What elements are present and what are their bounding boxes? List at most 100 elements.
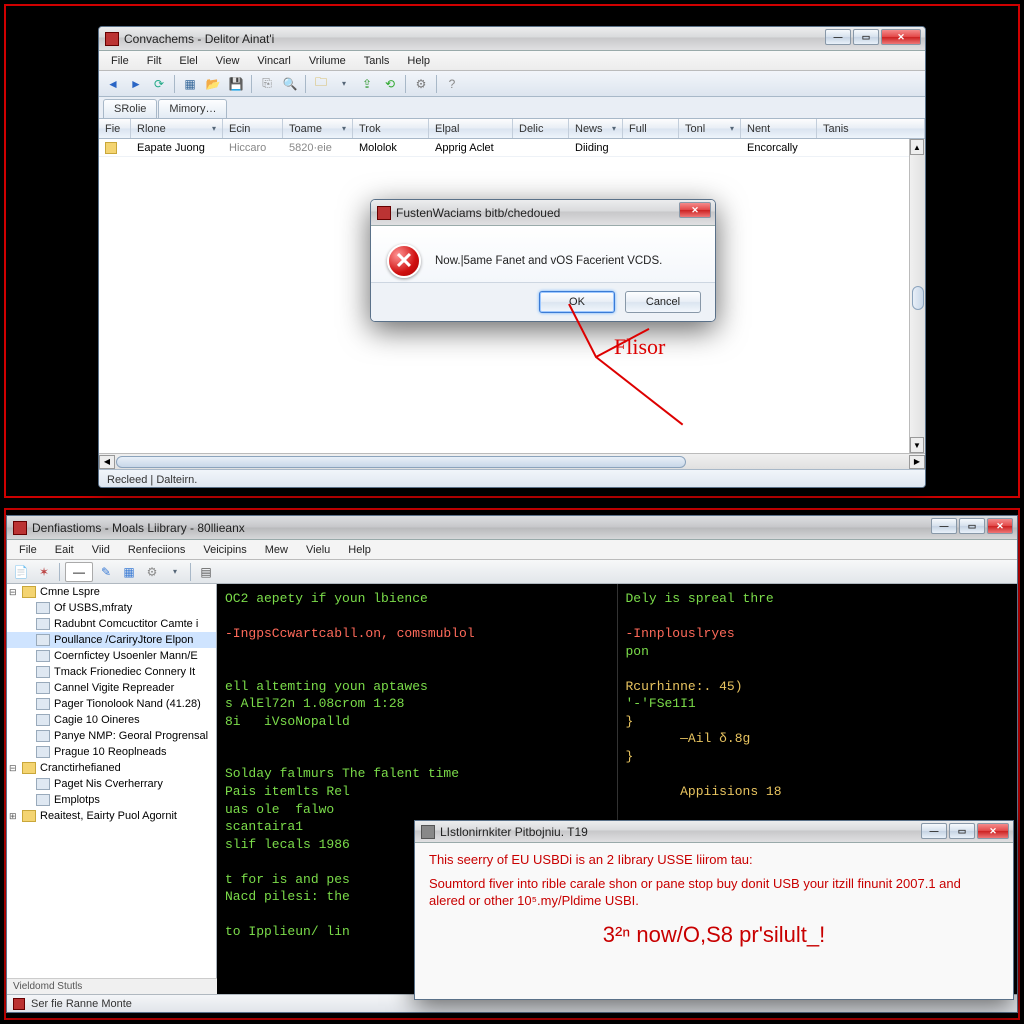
menu-item[interactable]: Mew: [257, 542, 296, 558]
horizontal-scrollbar[interactable]: ◀ ▶: [99, 453, 925, 469]
info-line: This seerry of EU USBDi is an 2 Iibrary …: [429, 851, 999, 869]
dialog-titlebar[interactable]: FustenWaciams bitb/chedoued ✕: [371, 200, 715, 226]
dialog-close-button[interactable]: ✕: [679, 202, 711, 218]
tree-node[interactable]: Prague 10 Reoplneads: [7, 744, 216, 760]
icon-button[interactable]: 📄: [11, 562, 31, 582]
tree-node[interactable]: ⊟Cranctirhefianed: [7, 760, 216, 776]
menu-item[interactable]: File: [103, 53, 137, 69]
col-header[interactable]: Delic: [513, 119, 569, 138]
col-header[interactable]: Fie: [99, 119, 131, 138]
menu-item[interactable]: Help: [399, 53, 438, 69]
menu-item[interactable]: Eait: [47, 542, 82, 558]
new-icon[interactable]: ▦: [180, 74, 200, 94]
close-button[interactable]: ✕: [977, 823, 1009, 839]
tree-node[interactable]: Paget Nis Cverherrary: [7, 776, 216, 792]
search-icon[interactable]: 🔍: [280, 74, 300, 94]
menu-item[interactable]: Tanls: [356, 53, 398, 69]
chevron-down-icon[interactable]: ▾: [165, 562, 185, 582]
tab[interactable]: SRolie: [103, 99, 157, 118]
titlebar[interactable]: Convachems - Delitor Ainat'i — ▭ ✕: [99, 27, 925, 51]
tree-node[interactable]: Tmack Frionediec Connery It: [7, 664, 216, 680]
menu-item[interactable]: File: [11, 542, 45, 558]
col-header[interactable]: News▾: [569, 119, 623, 138]
col-header[interactable]: Elpal: [429, 119, 513, 138]
tree-node[interactable]: Pager Tionolook Nand (41.28): [7, 696, 216, 712]
tree-node[interactable]: Radubnt Comcuctitor Camte i: [7, 616, 216, 632]
table-header: Fie Rlone▾ Ecin Toame▾ Trok Elpal Delic …: [99, 119, 925, 139]
col-header[interactable]: Ecin: [223, 119, 283, 138]
cell: Encorcally: [741, 139, 817, 156]
menu-item[interactable]: Vielu: [298, 542, 338, 558]
combo-icon[interactable]: —: [65, 562, 93, 582]
chevron-down-icon[interactable]: ▾: [334, 74, 354, 94]
icon-button[interactable]: ⚙: [142, 562, 162, 582]
menu-item[interactable]: Vincarl: [249, 53, 298, 69]
menubar: File Eait Viid Renfeciions Veicipins Mew…: [7, 540, 1017, 560]
copy-icon[interactable]: ⎘: [257, 74, 277, 94]
app-icon: [105, 32, 119, 46]
cell: [623, 139, 679, 156]
icon-button[interactable]: ✶: [34, 562, 54, 582]
maximize-button[interactable]: ▭: [959, 518, 985, 534]
col-header[interactable]: Trok: [353, 119, 429, 138]
export-icon[interactable]: ⇪: [357, 74, 377, 94]
menu-item[interactable]: View: [208, 53, 248, 69]
col-header[interactable]: Nent: [741, 119, 817, 138]
menu-item[interactable]: Vrilume: [301, 53, 354, 69]
menu-item[interactable]: Renfeciions: [120, 542, 193, 558]
open-icon[interactable]: 📂: [203, 74, 223, 94]
cell: [679, 139, 741, 156]
col-header[interactable]: Toame▾: [283, 119, 353, 138]
refresh-icon[interactable]: ⟳: [149, 74, 169, 94]
menu-item[interactable]: Filt: [139, 53, 170, 69]
maximize-button[interactable]: ▭: [949, 823, 975, 839]
maximize-button[interactable]: ▭: [853, 29, 879, 45]
tree-node[interactable]: Of USBS,mfraty: [7, 600, 216, 616]
vertical-scrollbar[interactable]: ▲ ▼: [909, 139, 925, 453]
minimize-button[interactable]: —: [931, 518, 957, 534]
cancel-button[interactable]: Cancel: [625, 291, 701, 313]
tree-node[interactable]: Cagie 10 Oineres: [7, 712, 216, 728]
back-icon[interactable]: ◄: [103, 74, 123, 94]
col-header[interactable]: Tonl▾: [679, 119, 741, 138]
tree-node[interactable]: Poullance /CariryJtore Elpon: [7, 632, 216, 648]
col-header[interactable]: Full: [623, 119, 679, 138]
menu-item[interactable]: Viid: [84, 542, 118, 558]
minimize-button[interactable]: —: [825, 29, 851, 45]
menu-item[interactable]: Elel: [171, 53, 205, 69]
tree-view[interactable]: ⊟Cmne LspreOf USBS,mfratyRadubnt Comcuct…: [7, 584, 217, 994]
help-icon[interactable]: ?: [442, 74, 462, 94]
tree-node[interactable]: ⊟Cmne Lspre: [7, 584, 216, 600]
tree-node[interactable]: Panye NMP: Georal Progrensal: [7, 728, 216, 744]
forward-icon[interactable]: ►: [126, 74, 146, 94]
info-dialog: LIstlonirnkiter Pitbojniu. T19 — ▭ ✕ Thi…: [414, 820, 1014, 1000]
table-row[interactable]: Eapate Juong Hiccaro 5820·eie Mololok Ap…: [99, 139, 925, 157]
minimize-button[interactable]: —: [921, 823, 947, 839]
row-icon: [105, 142, 117, 154]
tab-bar: SRolie Mimory…: [99, 97, 925, 119]
sync-icon[interactable]: ⟲: [380, 74, 400, 94]
col-header[interactable]: Rlone▾: [131, 119, 223, 138]
dialog-title: FustenWaciams bitb/chedoued: [396, 206, 560, 220]
close-button[interactable]: ✕: [987, 518, 1013, 534]
close-button[interactable]: ✕: [881, 29, 921, 45]
cell: 5820·eie: [283, 139, 353, 156]
menu-item[interactable]: Veicipins: [195, 542, 254, 558]
grid-icon[interactable]: ▤: [196, 562, 216, 582]
titlebar[interactable]: Denfiastioms - Moals Liibrary - 80lliean…: [7, 516, 1017, 540]
save-icon[interactable]: 💾: [226, 74, 246, 94]
dialog-message: Now.|5ame Fanet and vOS Facerient VCDS.: [435, 255, 662, 267]
menu-item[interactable]: Help: [340, 542, 379, 558]
ok-button[interactable]: OK: [539, 291, 615, 313]
col-header[interactable]: Tanis: [817, 119, 925, 138]
tree-node[interactable]: Coernfictey Usoenler Mann/E: [7, 648, 216, 664]
tree-node[interactable]: ⊞Reaitest, Eairty Puol Agornit: [7, 808, 216, 824]
tab[interactable]: Mimory…: [158, 99, 227, 118]
tree-node[interactable]: Emplotps: [7, 792, 216, 808]
icon-button[interactable]: ▦: [119, 562, 139, 582]
gear-icon[interactable]: ⚙: [411, 74, 431, 94]
dialog-titlebar[interactable]: LIstlonirnkiter Pitbojniu. T19 — ▭ ✕: [415, 821, 1013, 843]
icon-button[interactable]: ✎: [96, 562, 116, 582]
folder-icon[interactable]: 🗀: [311, 74, 331, 94]
tree-node[interactable]: Cannel Vigite Repreader: [7, 680, 216, 696]
